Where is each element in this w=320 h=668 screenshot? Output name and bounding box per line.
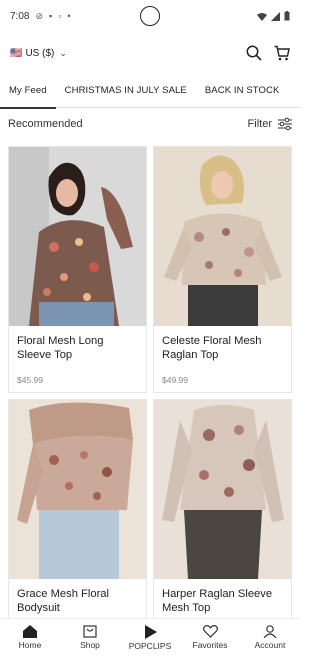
- search-icon[interactable]: [246, 45, 262, 61]
- status-bar: 7:08 ⊘ ▪ ▫ •: [0, 0, 300, 32]
- nav-label: Home: [18, 640, 42, 650]
- sliders-icon: [278, 117, 292, 131]
- nav-label: Favorites: [192, 640, 228, 650]
- heart-icon: [202, 625, 218, 638]
- shop-icon: [83, 625, 97, 638]
- tab-my-feed[interactable]: My Feed: [0, 74, 56, 109]
- product-name[interactable]: Celeste Floral Mesh Raglan Top: [154, 326, 291, 370]
- product-image[interactable]: [9, 147, 146, 326]
- section-title: Recommended: [8, 118, 83, 130]
- currency-selector[interactable]: 🇺🇸 US ($) ⌄: [10, 48, 67, 59]
- product-card[interactable]: Grace Mesh Floral Bodysuit: [8, 399, 147, 646]
- product-card[interactable]: Harper Raglan Sleeve Mesh Top: [153, 399, 292, 646]
- nav-label: Shop: [80, 640, 100, 650]
- product-image[interactable]: [9, 400, 146, 579]
- product-name[interactable]: Floral Mesh Long Sleeve Top: [9, 326, 146, 370]
- filter-button[interactable]: Filter: [248, 117, 292, 131]
- cart-icon[interactable]: [274, 45, 290, 61]
- dot-icon: •: [67, 11, 71, 21]
- play-icon: [145, 624, 157, 639]
- product-card[interactable]: Celeste Floral Mesh Raglan Top $49.99: [153, 146, 292, 393]
- product-image[interactable]: [154, 400, 291, 579]
- recommended-header: Recommended Filter: [0, 114, 300, 134]
- signal-icon: [271, 11, 280, 21]
- battery-icon: [284, 11, 290, 21]
- product-image[interactable]: [154, 147, 291, 326]
- product-name[interactable]: Grace Mesh Floral Bodysuit: [9, 579, 146, 623]
- product-price: $49.99: [162, 375, 188, 385]
- nav-popclips[interactable]: POPCLIPS: [120, 619, 180, 656]
- top-bar: 🇺🇸 US ($) ⌄: [0, 40, 300, 66]
- nav-favorites[interactable]: Favorites: [180, 619, 240, 656]
- home-icon: [23, 625, 37, 638]
- status-time: 7:08: [10, 10, 30, 22]
- product-price: $45.99: [17, 375, 43, 385]
- nav-account[interactable]: Account: [240, 619, 300, 656]
- chevron-down-icon: ⌄: [59, 47, 67, 58]
- us-flag-icon: 🇺🇸: [10, 47, 23, 59]
- nav-label: POPCLIPS: [128, 640, 172, 651]
- nav-home[interactable]: Home: [0, 619, 60, 656]
- notification-icon: ⊘: [35, 10, 44, 21]
- currency-label: US ($): [25, 47, 55, 59]
- category-tabs: My Feed CHRISTMAS IN JULY SALE BACK IN S…: [0, 74, 300, 109]
- tab-christmas-in-july-sale[interactable]: CHRISTMAS IN JULY SALE: [56, 74, 196, 108]
- nav-shop[interactable]: Shop: [60, 619, 120, 656]
- person-icon: [263, 625, 277, 638]
- bottom-nav: Home Shop POPCLIPS Favorites Account: [0, 618, 300, 656]
- wifi-icon: [257, 12, 267, 21]
- filter-label: Filter: [247, 118, 272, 130]
- product-name[interactable]: Harper Raglan Sleeve Mesh Top: [154, 579, 291, 623]
- nav-label: Account: [254, 640, 286, 650]
- tab-back-in-stock[interactable]: BACK IN STOCK: [196, 74, 289, 108]
- gesture-bar: [0, 656, 300, 668]
- sim-icon: ▪: [49, 11, 53, 21]
- product-grid: Floral Mesh Long Sleeve Top $45.99 Celes…: [8, 146, 292, 646]
- app-notification-icon: ▫: [58, 11, 62, 21]
- camera-cutout: [140, 6, 160, 26]
- product-card[interactable]: Floral Mesh Long Sleeve Top $45.99: [8, 146, 147, 393]
